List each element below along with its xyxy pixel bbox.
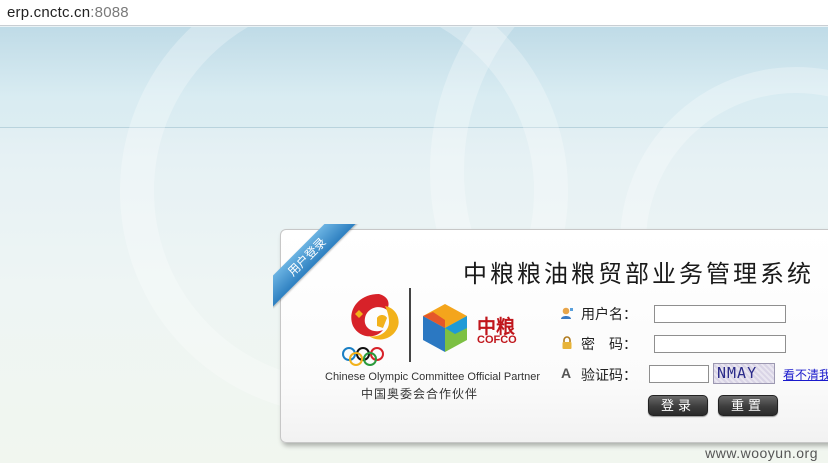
username-input[interactable] bbox=[654, 305, 786, 323]
logo-divider bbox=[409, 288, 411, 362]
captcha-label: 验证码： bbox=[581, 368, 637, 384]
address-bar[interactable]: erp.cnctc.cn:8088 bbox=[0, 0, 828, 26]
user-icon bbox=[561, 307, 573, 319]
watermark-text: www.wooyun.org bbox=[705, 445, 818, 461]
partner-text-chinese: 中国奥委会合作伙伴 bbox=[361, 387, 479, 401]
system-title: 中粮粮油粮贸部业务管理系统 bbox=[463, 260, 814, 288]
url-text[interactable]: erp.cnctc.cn:8088 bbox=[7, 4, 129, 21]
login-button[interactable]: 登录 bbox=[648, 395, 708, 416]
captcha-letter-icon: A bbox=[561, 365, 572, 381]
partner-text-english: Chinese Olympic Committee Official Partn… bbox=[325, 371, 540, 383]
captcha-input[interactable] bbox=[649, 365, 709, 383]
url-port: :8088 bbox=[90, 4, 129, 21]
login-panel: 用户登录 中粮粮油粮贸部业务管理系统 中粮 COFCO Chinese Olym… bbox=[273, 224, 828, 443]
reset-button[interactable]: 重置 bbox=[718, 395, 778, 416]
cofco-logo-icon bbox=[423, 304, 467, 352]
password-input[interactable] bbox=[654, 335, 786, 353]
username-label: 用户名： bbox=[581, 307, 637, 323]
lock-icon bbox=[562, 336, 572, 349]
cofco-english-name: COFCO bbox=[477, 334, 517, 346]
url-host: erp.cnctc.cn bbox=[7, 4, 91, 21]
captcha-image[interactable]: NMAY bbox=[713, 363, 775, 384]
refresh-captcha-link[interactable]: 看不清我 bbox=[783, 366, 828, 383]
password-label: 密 码： bbox=[581, 337, 637, 353]
